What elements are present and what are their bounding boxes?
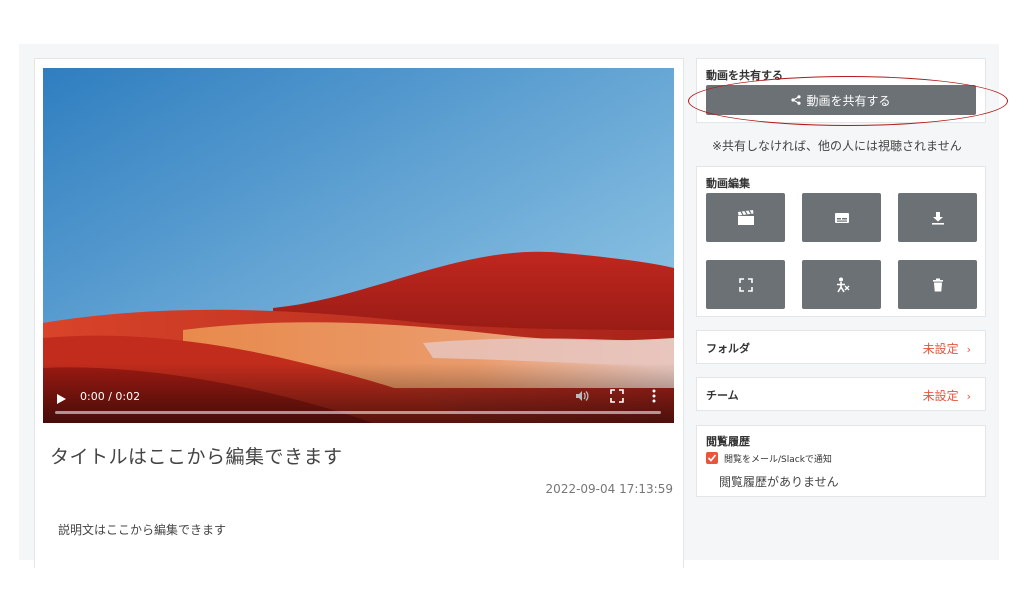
notify-checkbox[interactable] xyxy=(706,452,718,464)
notify-label[interactable]: 閲覧をメール/Slackで通知 xyxy=(724,452,832,465)
cut-person-icon xyxy=(836,277,849,292)
video-progress-bar[interactable] xyxy=(55,411,661,414)
team-row: チーム 未設定 › xyxy=(696,377,986,411)
video-controls: 0:00 / 0:02 xyxy=(43,363,674,423)
edit-clip-button[interactable] xyxy=(706,193,785,242)
volume-icon[interactable] xyxy=(574,388,590,404)
view-history-card: 閲覧履歴 閲覧をメール/Slackで通知 閲覧履歴がありません xyxy=(696,425,986,497)
folder-label: フォルダ xyxy=(706,342,750,355)
edit-heading: 動画編集 xyxy=(706,177,750,190)
download-icon xyxy=(931,211,944,225)
chevron-right-icon: › xyxy=(966,343,971,356)
edit-delete-button[interactable] xyxy=(898,260,977,309)
subtitle-icon xyxy=(834,212,849,223)
more-options-icon[interactable] xyxy=(650,388,658,404)
edit-cut-person-button[interactable] xyxy=(802,260,881,309)
edit-download-button[interactable] xyxy=(898,193,977,242)
team-value: 未設定 xyxy=(922,389,959,403)
folder-row: フォルダ 未設定 › xyxy=(696,330,986,364)
fullscreen-icon[interactable] xyxy=(610,389,624,403)
edit-crop-button[interactable] xyxy=(706,260,785,309)
trash-icon xyxy=(932,278,943,291)
history-heading: 閲覧履歴 xyxy=(706,435,750,448)
clapper-icon xyxy=(737,209,754,225)
chevron-right-icon: › xyxy=(966,390,971,403)
edit-subtitle-button[interactable] xyxy=(802,193,881,242)
play-button[interactable] xyxy=(57,394,66,404)
highlight-annotation xyxy=(688,76,1008,126)
share-note: ※共有しなければ、他の人には視聴されません xyxy=(712,139,962,153)
crop-icon xyxy=(738,277,753,292)
video-title[interactable]: タイトルはここから編集できます xyxy=(50,442,343,469)
checkmark-icon xyxy=(707,454,717,462)
team-setting-link[interactable]: 未設定 › xyxy=(923,387,971,404)
video-timestamp: 2022-09-04 17:13:59 xyxy=(545,482,673,496)
video-time: 0:00 / 0:02 xyxy=(80,390,141,403)
video-edit-card: 動画編集 xyxy=(696,166,986,317)
folder-value: 未設定 xyxy=(922,342,959,356)
video-player[interactable]: 0:00 / 0:02 xyxy=(43,68,674,423)
team-label: チーム xyxy=(706,389,739,402)
history-empty-message: 閲覧履歴がありません xyxy=(719,475,839,489)
folder-setting-link[interactable]: 未設定 › xyxy=(923,340,971,357)
video-description[interactable]: 説明文はここから編集できます xyxy=(58,521,226,538)
